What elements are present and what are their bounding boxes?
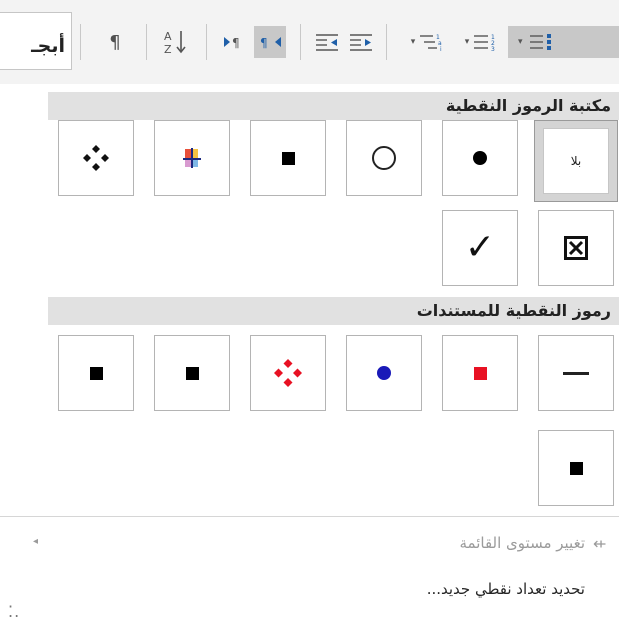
increase-indent-button[interactable] xyxy=(346,26,376,58)
numbering-button[interactable]: ▾ 1 2 3 xyxy=(454,26,504,58)
bullet-boxed-x-option[interactable] xyxy=(538,210,614,286)
pilcrow-icon: ¶ xyxy=(109,31,121,53)
change-list-level-menu-item[interactable]: تغيير مستوى القائمة xyxy=(460,534,586,552)
checkmark-bullet-icon: ✓ xyxy=(464,227,496,268)
change-list-level-icon: ⇷ xyxy=(593,534,607,553)
define-new-bullet-menu-item[interactable]: تحديد تعداد نقطي جديد... xyxy=(427,580,585,598)
bullet-colored-cross-option[interactable] xyxy=(154,120,230,196)
separator xyxy=(146,24,147,60)
bullet-square-option-3[interactable] xyxy=(58,335,134,411)
left-to-right-button[interactable]: ¶ xyxy=(220,26,250,58)
bullet-library-gallery: مكتبة الرموز النقطية بلا ✓ رموز النقطية … xyxy=(48,84,619,512)
bullet-none-label: بلا xyxy=(543,128,609,194)
sort-az-icon: A Z xyxy=(164,30,186,56)
bullet-none-option[interactable]: بلا xyxy=(534,120,618,202)
decrease-indent-button[interactable] xyxy=(312,26,342,58)
bulleted-list-icon xyxy=(529,34,551,50)
sort-button[interactable]: A Z xyxy=(160,26,192,58)
submenu-arrow-icon: ◂ xyxy=(33,536,39,547)
separator xyxy=(300,24,301,60)
multilevel-list-button[interactable]: ▾ 1 a i xyxy=(400,26,450,58)
separator xyxy=(386,24,387,60)
square-bullet-icon xyxy=(185,366,199,380)
multilevel-list-icon: 1 a i xyxy=(420,34,442,52)
ribbon-toolbar: أبجـ ¶ A Z ¶ ¶ ▾ 1 a i ▾ 1 2 3 ▾ xyxy=(0,0,619,84)
bullet-diamond-cluster-option[interactable] xyxy=(58,120,134,196)
style-preview-box[interactable]: أبجـ xyxy=(0,12,72,70)
svg-text:¶: ¶ xyxy=(260,36,268,50)
blue-circle-bullet-icon xyxy=(377,366,391,380)
square-bullet-icon xyxy=(89,366,103,380)
bullet-square-option-2[interactable] xyxy=(154,335,230,411)
bullet-filled-circle-option[interactable] xyxy=(442,120,518,196)
bullet-checkmark-option[interactable]: ✓ xyxy=(442,210,518,286)
bullet-red-square-option[interactable] xyxy=(442,335,518,411)
bullet-red-diamond-option[interactable] xyxy=(250,335,326,411)
numbered-list-icon: 1 2 3 xyxy=(474,34,495,52)
ltr-direction-icon: ¶ xyxy=(224,36,240,50)
red-diamond-cluster-bullet-icon xyxy=(274,359,302,387)
svg-text:3: 3 xyxy=(491,46,495,52)
colored-cross-bullet-icon xyxy=(183,148,201,168)
filled-circle-bullet-icon xyxy=(473,151,487,165)
bullet-blue-circle-option[interactable] xyxy=(346,335,422,411)
svg-text:¶: ¶ xyxy=(232,36,240,50)
bullet-library-header: مكتبة الرموز النقطية xyxy=(48,92,619,120)
chevron-down-icon: ▾ xyxy=(410,37,416,47)
right-to-left-button[interactable]: ¶ xyxy=(254,26,286,58)
bullet-square-option[interactable] xyxy=(250,120,326,196)
bullet-dash-option[interactable] xyxy=(538,335,614,411)
svg-text:A: A xyxy=(164,30,172,43)
increase-indent-icon xyxy=(350,34,372,51)
gallery-left-margin xyxy=(0,84,48,516)
bullets-button[interactable]: ▾ xyxy=(508,26,619,58)
rtl-direction-icon: ¶ xyxy=(260,36,281,50)
svg-text:i: i xyxy=(440,46,442,52)
separator xyxy=(206,24,207,60)
red-square-bullet-icon xyxy=(473,366,487,380)
dash-bullet-icon xyxy=(563,371,589,375)
hollow-circle-bullet-icon xyxy=(372,146,396,170)
menu-separator xyxy=(0,516,619,517)
chevron-down-icon: ▾ xyxy=(464,37,470,47)
document-bullets-header: رموز النقطية للمستندات xyxy=(48,297,619,325)
show-formatting-marks-button[interactable]: ¶ xyxy=(100,26,130,58)
bullet-square-option-4[interactable] xyxy=(538,430,614,506)
square-bullet-icon xyxy=(281,151,295,165)
style-preview-text: أبجـ xyxy=(31,35,65,57)
decrease-indent-icon xyxy=(316,34,338,51)
chevron-down-icon: ▾ xyxy=(518,37,523,47)
square-bullet-icon xyxy=(569,461,583,475)
separator xyxy=(80,24,81,60)
diamond-cluster-bullet-icon xyxy=(83,145,109,171)
resize-grip-icon[interactable]: ⁚. xyxy=(8,602,20,621)
svg-text:Z: Z xyxy=(164,43,172,56)
boxed-x-bullet-icon xyxy=(564,236,588,260)
bullet-hollow-circle-option[interactable] xyxy=(346,120,422,196)
